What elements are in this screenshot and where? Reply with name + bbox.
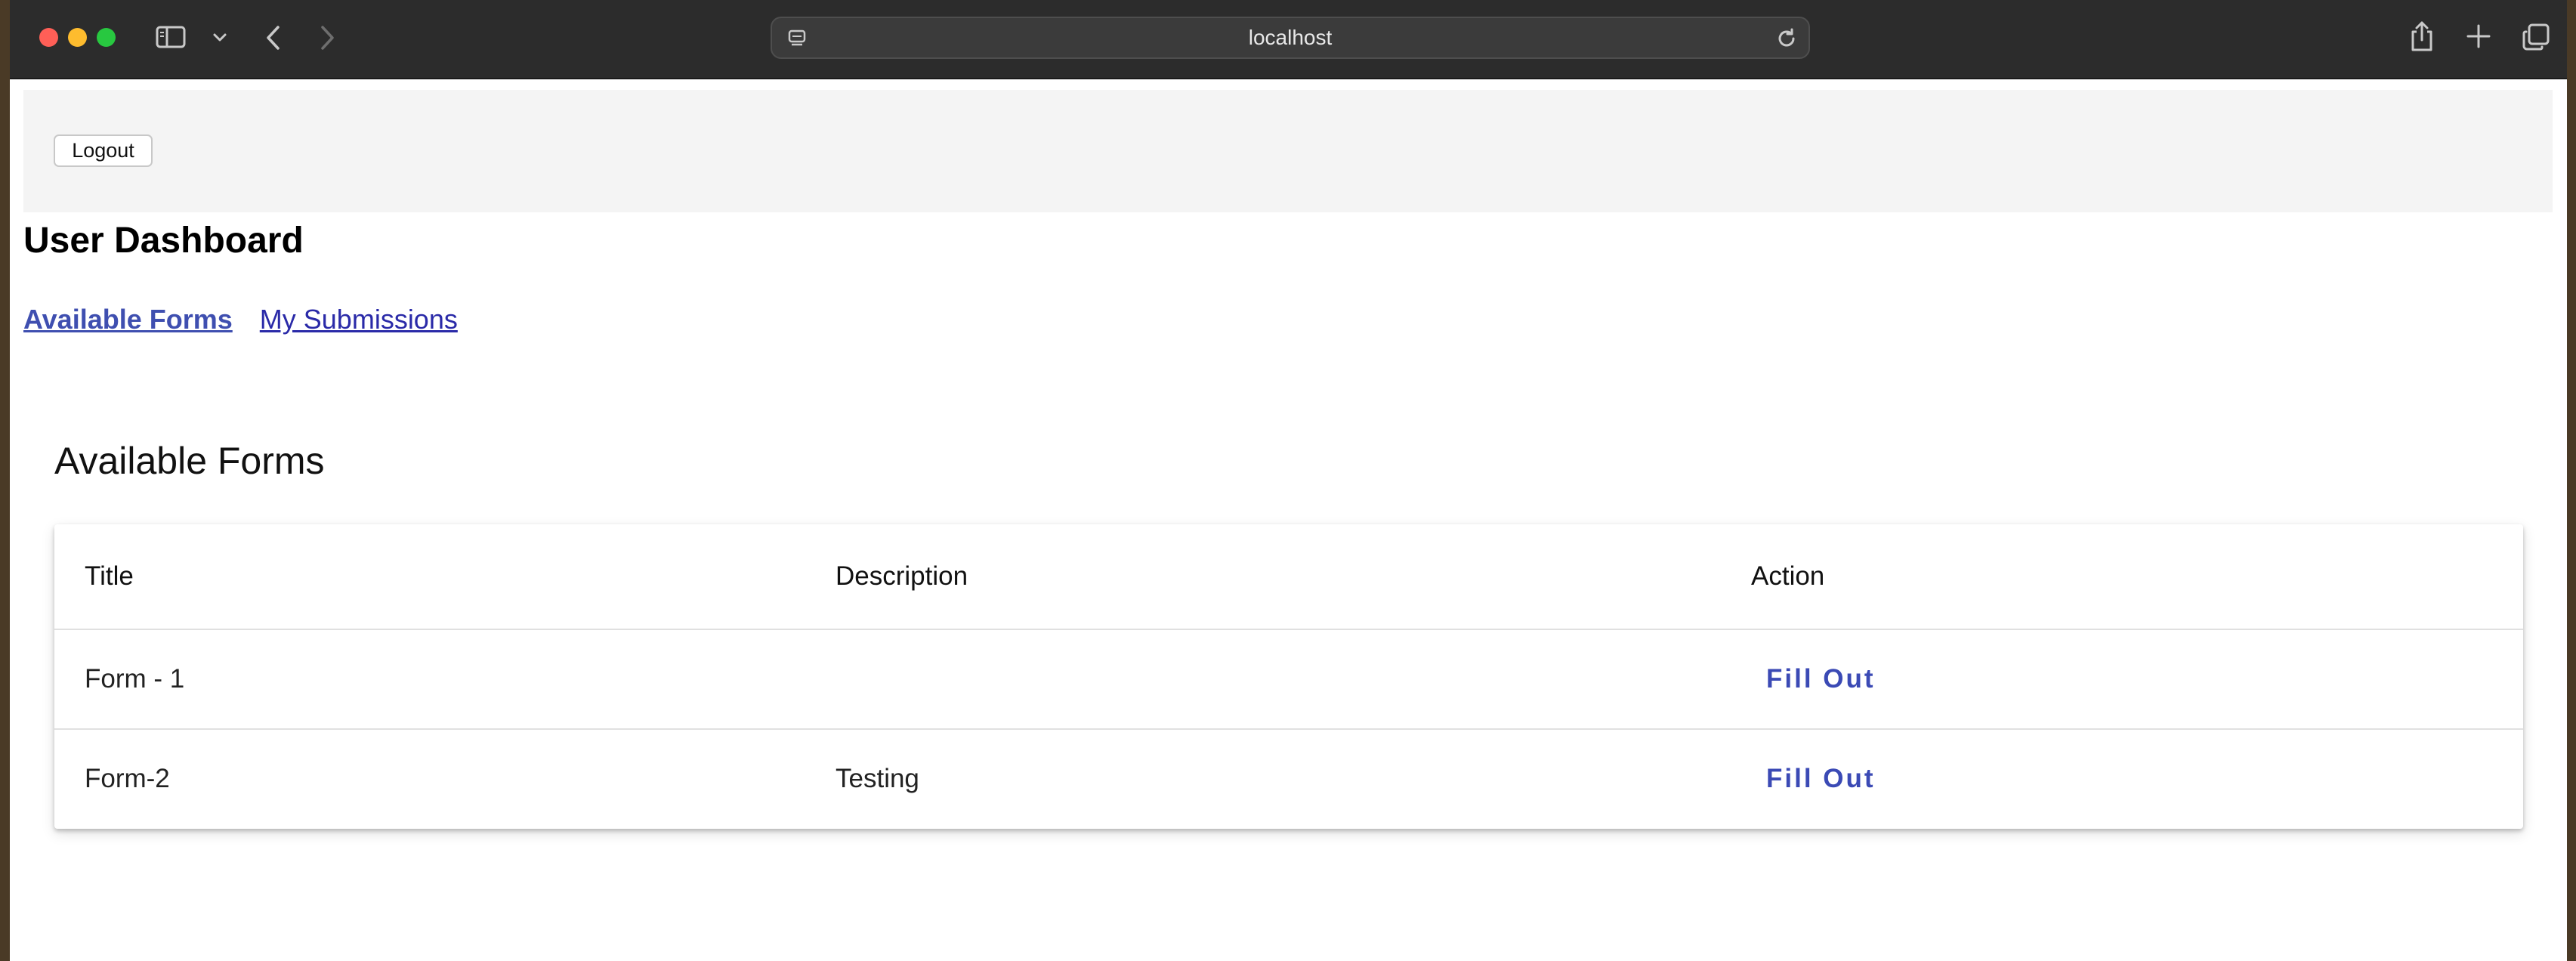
nav-link-my-submissions[interactable]: My Submissions — [260, 304, 458, 335]
chevron-down-icon[interactable] — [211, 28, 229, 46]
forms-table: Title Description Action Form - 1 Fill O… — [54, 524, 2523, 828]
reload-icon[interactable] — [1775, 27, 1798, 50]
plus-icon[interactable] — [2465, 23, 2492, 50]
fill-out-button[interactable]: Fill Out — [1751, 764, 1876, 794]
browser-window: localhost Logout User Dashboard Availabl… — [10, 0, 2567, 961]
form-title-cell: Form-2 — [85, 764, 170, 793]
table-row: Form-2 Testing Fill Out — [54, 729, 2523, 828]
address-bar[interactable]: localhost — [771, 17, 1810, 59]
column-header-action: Action — [1721, 524, 2523, 630]
page-title: User Dashboard — [23, 221, 304, 261]
back-arrow-icon[interactable] — [262, 23, 285, 53]
share-icon[interactable] — [2408, 20, 2435, 53]
form-action-cell: Fill Out — [1721, 729, 2523, 828]
browser-titlebar: localhost — [10, 0, 2567, 79]
column-header-description: Description — [805, 524, 1721, 630]
forward-arrow-icon[interactable] — [316, 23, 338, 53]
tab-overview-icon[interactable] — [2522, 23, 2550, 51]
table-header-row: Title Description Action — [54, 524, 2523, 630]
section-title: Available Forms — [54, 440, 325, 482]
form-title-cell: Form - 1 — [54, 629, 805, 730]
form-description-cell — [805, 629, 1721, 730]
minimize-window-button[interactable] — [68, 28, 87, 47]
zoom-window-button[interactable] — [97, 28, 116, 47]
dashboard-nav: Available Forms My Submissions — [23, 304, 485, 335]
top-app-bar: Logout — [23, 90, 2553, 212]
url-text[interactable]: localhost — [772, 18, 1808, 57]
close-window-button[interactable] — [39, 28, 58, 47]
forms-table-card: Title Description Action Form - 1 Fill O… — [54, 524, 2523, 829]
sidebar-icon[interactable] — [156, 25, 186, 49]
page-content: Logout User Dashboard Available Forms My … — [10, 79, 2567, 961]
nav-link-available-forms[interactable]: Available Forms — [23, 304, 233, 335]
fill-out-button[interactable]: Fill Out — [1751, 664, 1876, 694]
form-description-cell: Testing — [836, 764, 919, 793]
logout-button[interactable]: Logout — [54, 134, 153, 167]
table-row: Form - 1 Fill Out — [54, 629, 2523, 730]
form-action-cell: Fill Out — [1721, 629, 2523, 730]
column-header-title: Title — [54, 524, 805, 630]
